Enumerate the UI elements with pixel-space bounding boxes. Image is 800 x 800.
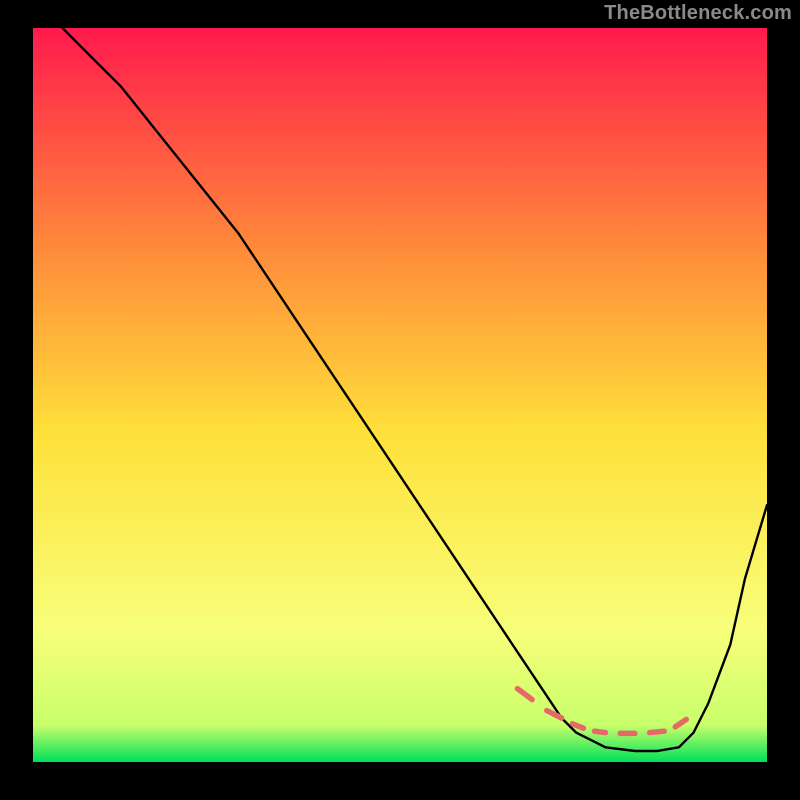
chart-svg (0, 0, 800, 800)
watermark-text: TheBottleneck.com (604, 2, 792, 25)
dash-piece (595, 731, 606, 732)
chart-frame: TheBottleneck.com (0, 0, 800, 800)
dash-piece (650, 731, 665, 732)
plot-gradient-background (33, 28, 767, 762)
